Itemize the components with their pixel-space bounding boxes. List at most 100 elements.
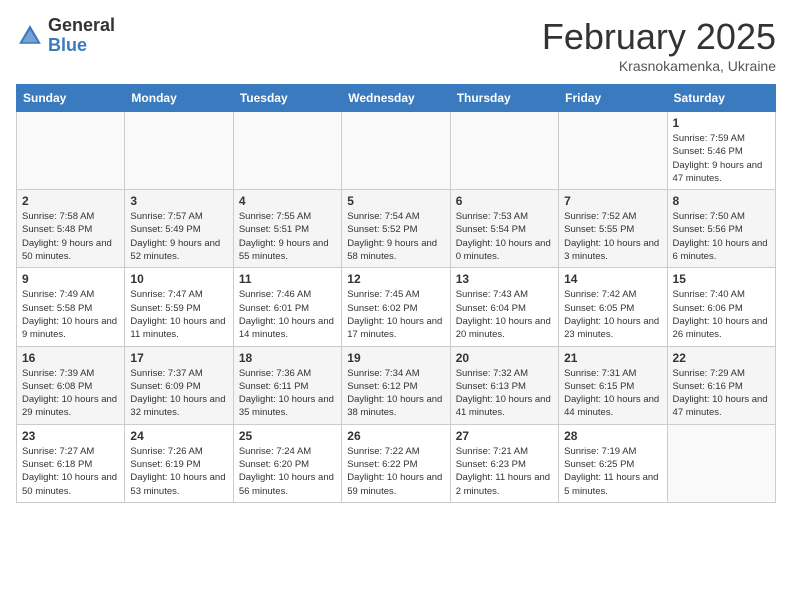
- day-number: 9: [22, 272, 119, 286]
- page-header: General Blue February 2025 Krasnokamenka…: [16, 16, 776, 74]
- day-number: 19: [347, 351, 444, 365]
- calendar-cell: 25 Sunrise: 7:24 AM Sunset: 6:20 PM Dayli…: [233, 424, 341, 502]
- day-number: 23: [22, 429, 119, 443]
- day-info: Sunrise: 7:39 AM Sunset: 6:08 PM Dayligh…: [22, 367, 119, 420]
- day-number: 17: [130, 351, 227, 365]
- day-info: Sunrise: 7:19 AM Sunset: 6:25 PM Dayligh…: [564, 445, 661, 498]
- calendar-cell: 22Sunrise: 7:29 AM Sunset: 6:16 PM Dayli…: [667, 346, 775, 424]
- day-info: Sunrise: 7:49 AM Sunset: 5:58 PM Dayligh…: [22, 288, 119, 341]
- day-info: Sunrise: 7:22 AM Sunset: 6:22 PM Dayligh…: [347, 445, 444, 498]
- day-number: 6: [456, 194, 553, 208]
- calendar-cell: 15 Sunrise: 7:40 AM Sunset: 6:06 PM Dayli…: [667, 268, 775, 346]
- day-info: Sunrise: 7:42 AM Sunset: 6:05 PM Dayligh…: [564, 288, 661, 341]
- day-info: Sunrise: 7:31 AM Sunset: 6:15 PM Dayligh…: [564, 367, 661, 420]
- day-number: 4: [239, 194, 336, 208]
- day-info: Sunrise: 7:24 AM Sunset: 6:20 PM Dayligh…: [239, 445, 336, 498]
- calendar-cell: 27 Sunrise: 7:21 AM Sunset: 6:23 PM Dayli…: [450, 424, 558, 502]
- col-header-friday: Friday: [559, 85, 667, 112]
- col-header-tuesday: Tuesday: [233, 85, 341, 112]
- calendar-cell: [17, 112, 125, 190]
- day-number: 7: [564, 194, 661, 208]
- calendar-cell: 12 Sunrise: 7:45 AM Sunset: 6:02 PM Dayli…: [342, 268, 450, 346]
- col-header-thursday: Thursday: [450, 85, 558, 112]
- day-number: 26: [347, 429, 444, 443]
- day-number: 14: [564, 272, 661, 286]
- calendar-cell: 3 Sunrise: 7:57 AM Sunset: 5:49 PM Daylig…: [125, 190, 233, 268]
- day-info: Sunrise: 7:57 AM Sunset: 5:49 PM Dayligh…: [130, 210, 227, 263]
- day-info: Sunrise: 7:52 AM Sunset: 5:55 PM Dayligh…: [564, 210, 661, 263]
- logo-icon: [16, 22, 44, 50]
- calendar-cell: 9 Sunrise: 7:49 AM Sunset: 5:58 PM Daylig…: [17, 268, 125, 346]
- day-number: 27: [456, 429, 553, 443]
- col-header-sunday: Sunday: [17, 85, 125, 112]
- day-info: Sunrise: 7:43 AM Sunset: 6:04 PM Dayligh…: [456, 288, 553, 341]
- day-number: 28: [564, 429, 661, 443]
- col-header-wednesday: Wednesday: [342, 85, 450, 112]
- day-number: 15: [673, 272, 770, 286]
- calendar-cell: 18 Sunrise: 7:36 AM Sunset: 6:11 PM Dayli…: [233, 346, 341, 424]
- day-info: Sunrise: 7:46 AM Sunset: 6:01 PM Dayligh…: [239, 288, 336, 341]
- day-info: Sunrise: 7:54 AM Sunset: 5:52 PM Dayligh…: [347, 210, 444, 263]
- calendar-cell: 4 Sunrise: 7:55 AM Sunset: 5:51 PM Daylig…: [233, 190, 341, 268]
- calendar-cell: 19 Sunrise: 7:34 AM Sunset: 6:12 PM Dayli…: [342, 346, 450, 424]
- day-info: Sunrise: 7:27 AM Sunset: 6:18 PM Dayligh…: [22, 445, 119, 498]
- day-number: 2: [22, 194, 119, 208]
- day-number: 3: [130, 194, 227, 208]
- calendar-cell: 13 Sunrise: 7:43 AM Sunset: 6:04 PM Dayli…: [450, 268, 558, 346]
- day-info: Sunrise: 7:26 AM Sunset: 6:19 PM Dayligh…: [130, 445, 227, 498]
- day-number: 22: [673, 351, 770, 365]
- day-number: 1: [673, 116, 770, 130]
- calendar-cell: [450, 112, 558, 190]
- location-subtitle: Krasnokamenka, Ukraine: [542, 58, 776, 74]
- col-header-monday: Monday: [125, 85, 233, 112]
- title-block: February 2025 Krasnokamenka, Ukraine: [542, 16, 776, 74]
- month-title: February 2025: [542, 16, 776, 58]
- calendar-cell: 7 Sunrise: 7:52 AM Sunset: 5:55 PM Daylig…: [559, 190, 667, 268]
- day-info: Sunrise: 7:53 AM Sunset: 5:54 PM Dayligh…: [456, 210, 553, 263]
- calendar-cell: 21 Sunrise: 7:31 AM Sunset: 6:15 PM Dayli…: [559, 346, 667, 424]
- calendar-cell: [125, 112, 233, 190]
- day-number: 12: [347, 272, 444, 286]
- logo-blue: Blue: [48, 36, 115, 56]
- calendar-cell: 24Sunrise: 7:26 AM Sunset: 6:19 PM Dayli…: [125, 424, 233, 502]
- day-number: 25: [239, 429, 336, 443]
- calendar-cell: 26 Sunrise: 7:22 AM Sunset: 6:22 PM Dayli…: [342, 424, 450, 502]
- calendar-cell: 16 Sunrise: 7:39 AM Sunset: 6:08 PM Dayli…: [17, 346, 125, 424]
- day-number: 21: [564, 351, 661, 365]
- day-number: 16: [22, 351, 119, 365]
- day-info: Sunrise: 7:36 AM Sunset: 6:11 PM Dayligh…: [239, 367, 336, 420]
- day-info: Sunrise: 7:50 AM Sunset: 5:56 PM Dayligh…: [673, 210, 770, 263]
- day-info: Sunrise: 7:45 AM Sunset: 6:02 PM Dayligh…: [347, 288, 444, 341]
- day-info: Sunrise: 7:32 AM Sunset: 6:13 PM Dayligh…: [456, 367, 553, 420]
- day-number: 5: [347, 194, 444, 208]
- calendar-cell: 8 Sunrise: 7:50 AM Sunset: 5:56 PM Daylig…: [667, 190, 775, 268]
- calendar-cell: 28 Sunrise: 7:19 AM Sunset: 6:25 PM Dayli…: [559, 424, 667, 502]
- calendar-cell: 20 Sunrise: 7:32 AM Sunset: 6:13 PM Dayli…: [450, 346, 558, 424]
- col-header-saturday: Saturday: [667, 85, 775, 112]
- calendar-cell: 6 Sunrise: 7:53 AM Sunset: 5:54 PM Daylig…: [450, 190, 558, 268]
- day-info: Sunrise: 7:34 AM Sunset: 6:12 PM Dayligh…: [347, 367, 444, 420]
- day-number: 20: [456, 351, 553, 365]
- day-info: Sunrise: 7:58 AM Sunset: 5:48 PM Dayligh…: [22, 210, 119, 263]
- logo: General Blue: [16, 16, 115, 56]
- day-info: Sunrise: 7:59 AM Sunset: 5:46 PM Dayligh…: [673, 132, 770, 185]
- calendar-cell: [559, 112, 667, 190]
- calendar-table: SundayMondayTuesdayWednesdayThursdayFrid…: [16, 84, 776, 503]
- calendar-cell: [233, 112, 341, 190]
- calendar-cell: 14 Sunrise: 7:42 AM Sunset: 6:05 PM Dayli…: [559, 268, 667, 346]
- day-info: Sunrise: 7:37 AM Sunset: 6:09 PM Dayligh…: [130, 367, 227, 420]
- day-number: 13: [456, 272, 553, 286]
- calendar-cell: 2 Sunrise: 7:58 AM Sunset: 5:48 PM Daylig…: [17, 190, 125, 268]
- calendar-cell: 23 Sunrise: 7:27 AM Sunset: 6:18 PM Dayli…: [17, 424, 125, 502]
- day-number: 8: [673, 194, 770, 208]
- calendar-cell: 17 Sunrise: 7:37 AM Sunset: 6:09 PM Dayli…: [125, 346, 233, 424]
- day-info: Sunrise: 7:21 AM Sunset: 6:23 PM Dayligh…: [456, 445, 553, 498]
- day-info: Sunrise: 7:55 AM Sunset: 5:51 PM Dayligh…: [239, 210, 336, 263]
- day-info: Sunrise: 7:40 AM Sunset: 6:06 PM Dayligh…: [673, 288, 770, 341]
- day-number: 18: [239, 351, 336, 365]
- calendar-cell: [342, 112, 450, 190]
- calendar-cell: 10Sunrise: 7:47 AM Sunset: 5:59 PM Dayli…: [125, 268, 233, 346]
- day-number: 10: [130, 272, 227, 286]
- calendar-cell: 5 Sunrise: 7:54 AM Sunset: 5:52 PM Daylig…: [342, 190, 450, 268]
- calendar-cell: 11Sunrise: 7:46 AM Sunset: 6:01 PM Dayli…: [233, 268, 341, 346]
